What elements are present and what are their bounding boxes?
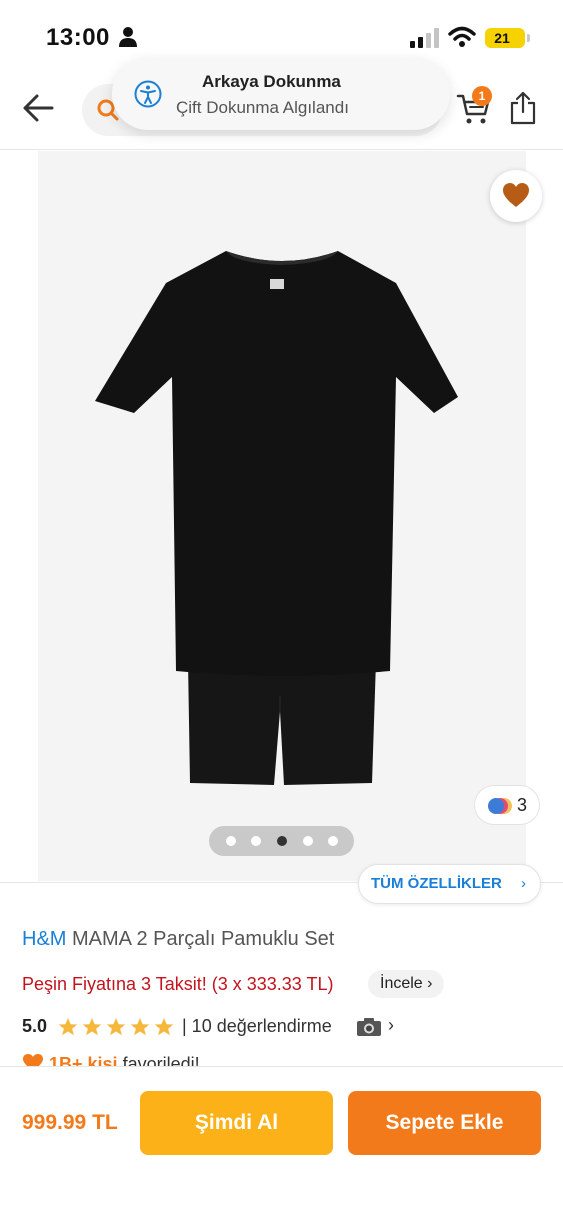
all-features-button[interactable]: TÜM ÖZELLİKLER › <box>358 864 541 904</box>
star-icon <box>106 1018 126 1036</box>
product-photo <box>95 251 458 785</box>
product-image[interactable] <box>38 151 526 881</box>
pager-dot[interactable] <box>226 836 236 846</box>
product-price: 999.99 TL <box>22 1111 118 1134</box>
battery-indicator: 21 <box>485 28 530 48</box>
heart-icon[interactable] <box>490 170 542 222</box>
chevron-right-icon: › <box>427 975 433 992</box>
cart-badge: 1 <box>472 86 492 106</box>
chevron-right-icon: › <box>521 875 526 892</box>
toast-subtitle: Çift Dokunma Algılandı <box>176 98 349 117</box>
incele-button[interactable]: İncele › <box>368 970 445 998</box>
product-name: MAMA 2 Parçalı Pamuklu Set <box>72 928 335 950</box>
color-swatch-icon <box>488 798 512 814</box>
buy-now-button[interactable]: Şimdi Al <box>140 1091 333 1155</box>
add-to-cart-button[interactable]: Sepete Ekle <box>348 1091 541 1155</box>
product-title: H&M MAMA 2 Parçalı Pamuklu Set <box>22 928 334 951</box>
status-time: 13:00 <box>46 24 110 51</box>
incele-label: İncele <box>380 975 423 992</box>
color-options-button[interactable]: 3 <box>474 785 540 825</box>
all-features-label: TÜM ÖZELLİKLER <box>371 875 502 892</box>
star-icon <box>58 1018 78 1036</box>
star-rating <box>58 1018 174 1036</box>
brand-link[interactable]: H&M <box>22 928 66 950</box>
image-pager[interactable] <box>209 826 354 856</box>
person-icon <box>119 27 137 47</box>
share-icon[interactable] <box>508 90 538 126</box>
battery-tip <box>527 34 530 42</box>
camera-icon <box>357 1018 381 1036</box>
color-count: 3 <box>517 795 528 815</box>
wifi-icon <box>448 26 476 47</box>
accessibility-icon <box>134 80 162 108</box>
star-icon <box>154 1018 174 1036</box>
arrow-left-icon[interactable] <box>20 90 60 126</box>
reviews-count: | 10 değerlendirme <box>182 1016 332 1036</box>
pager-dot[interactable] <box>251 836 261 846</box>
bottom-action-bar: 999.99 TL Şimdi Al Sepete Ekle <box>0 1066 563 1219</box>
accessibility-toast: Arkaya Dokunma Çift Dokunma Algılandı <box>112 58 450 130</box>
pager-dot[interactable] <box>303 836 313 846</box>
chevron-right-icon: › <box>388 1015 394 1035</box>
installment-text: Peşin Fiyatına 3 Taksit! (3 x 333.33 TL) <box>22 974 334 994</box>
toast-title: Arkaya Dokunma <box>202 72 341 91</box>
star-icon <box>130 1018 150 1036</box>
pager-dot-active[interactable] <box>277 836 287 846</box>
star-icon <box>82 1018 102 1036</box>
pager-dot[interactable] <box>328 836 338 846</box>
signal-icon <box>410 28 439 48</box>
battery-level: 21 <box>494 30 510 46</box>
rating-value: 5.0 <box>22 1016 48 1036</box>
